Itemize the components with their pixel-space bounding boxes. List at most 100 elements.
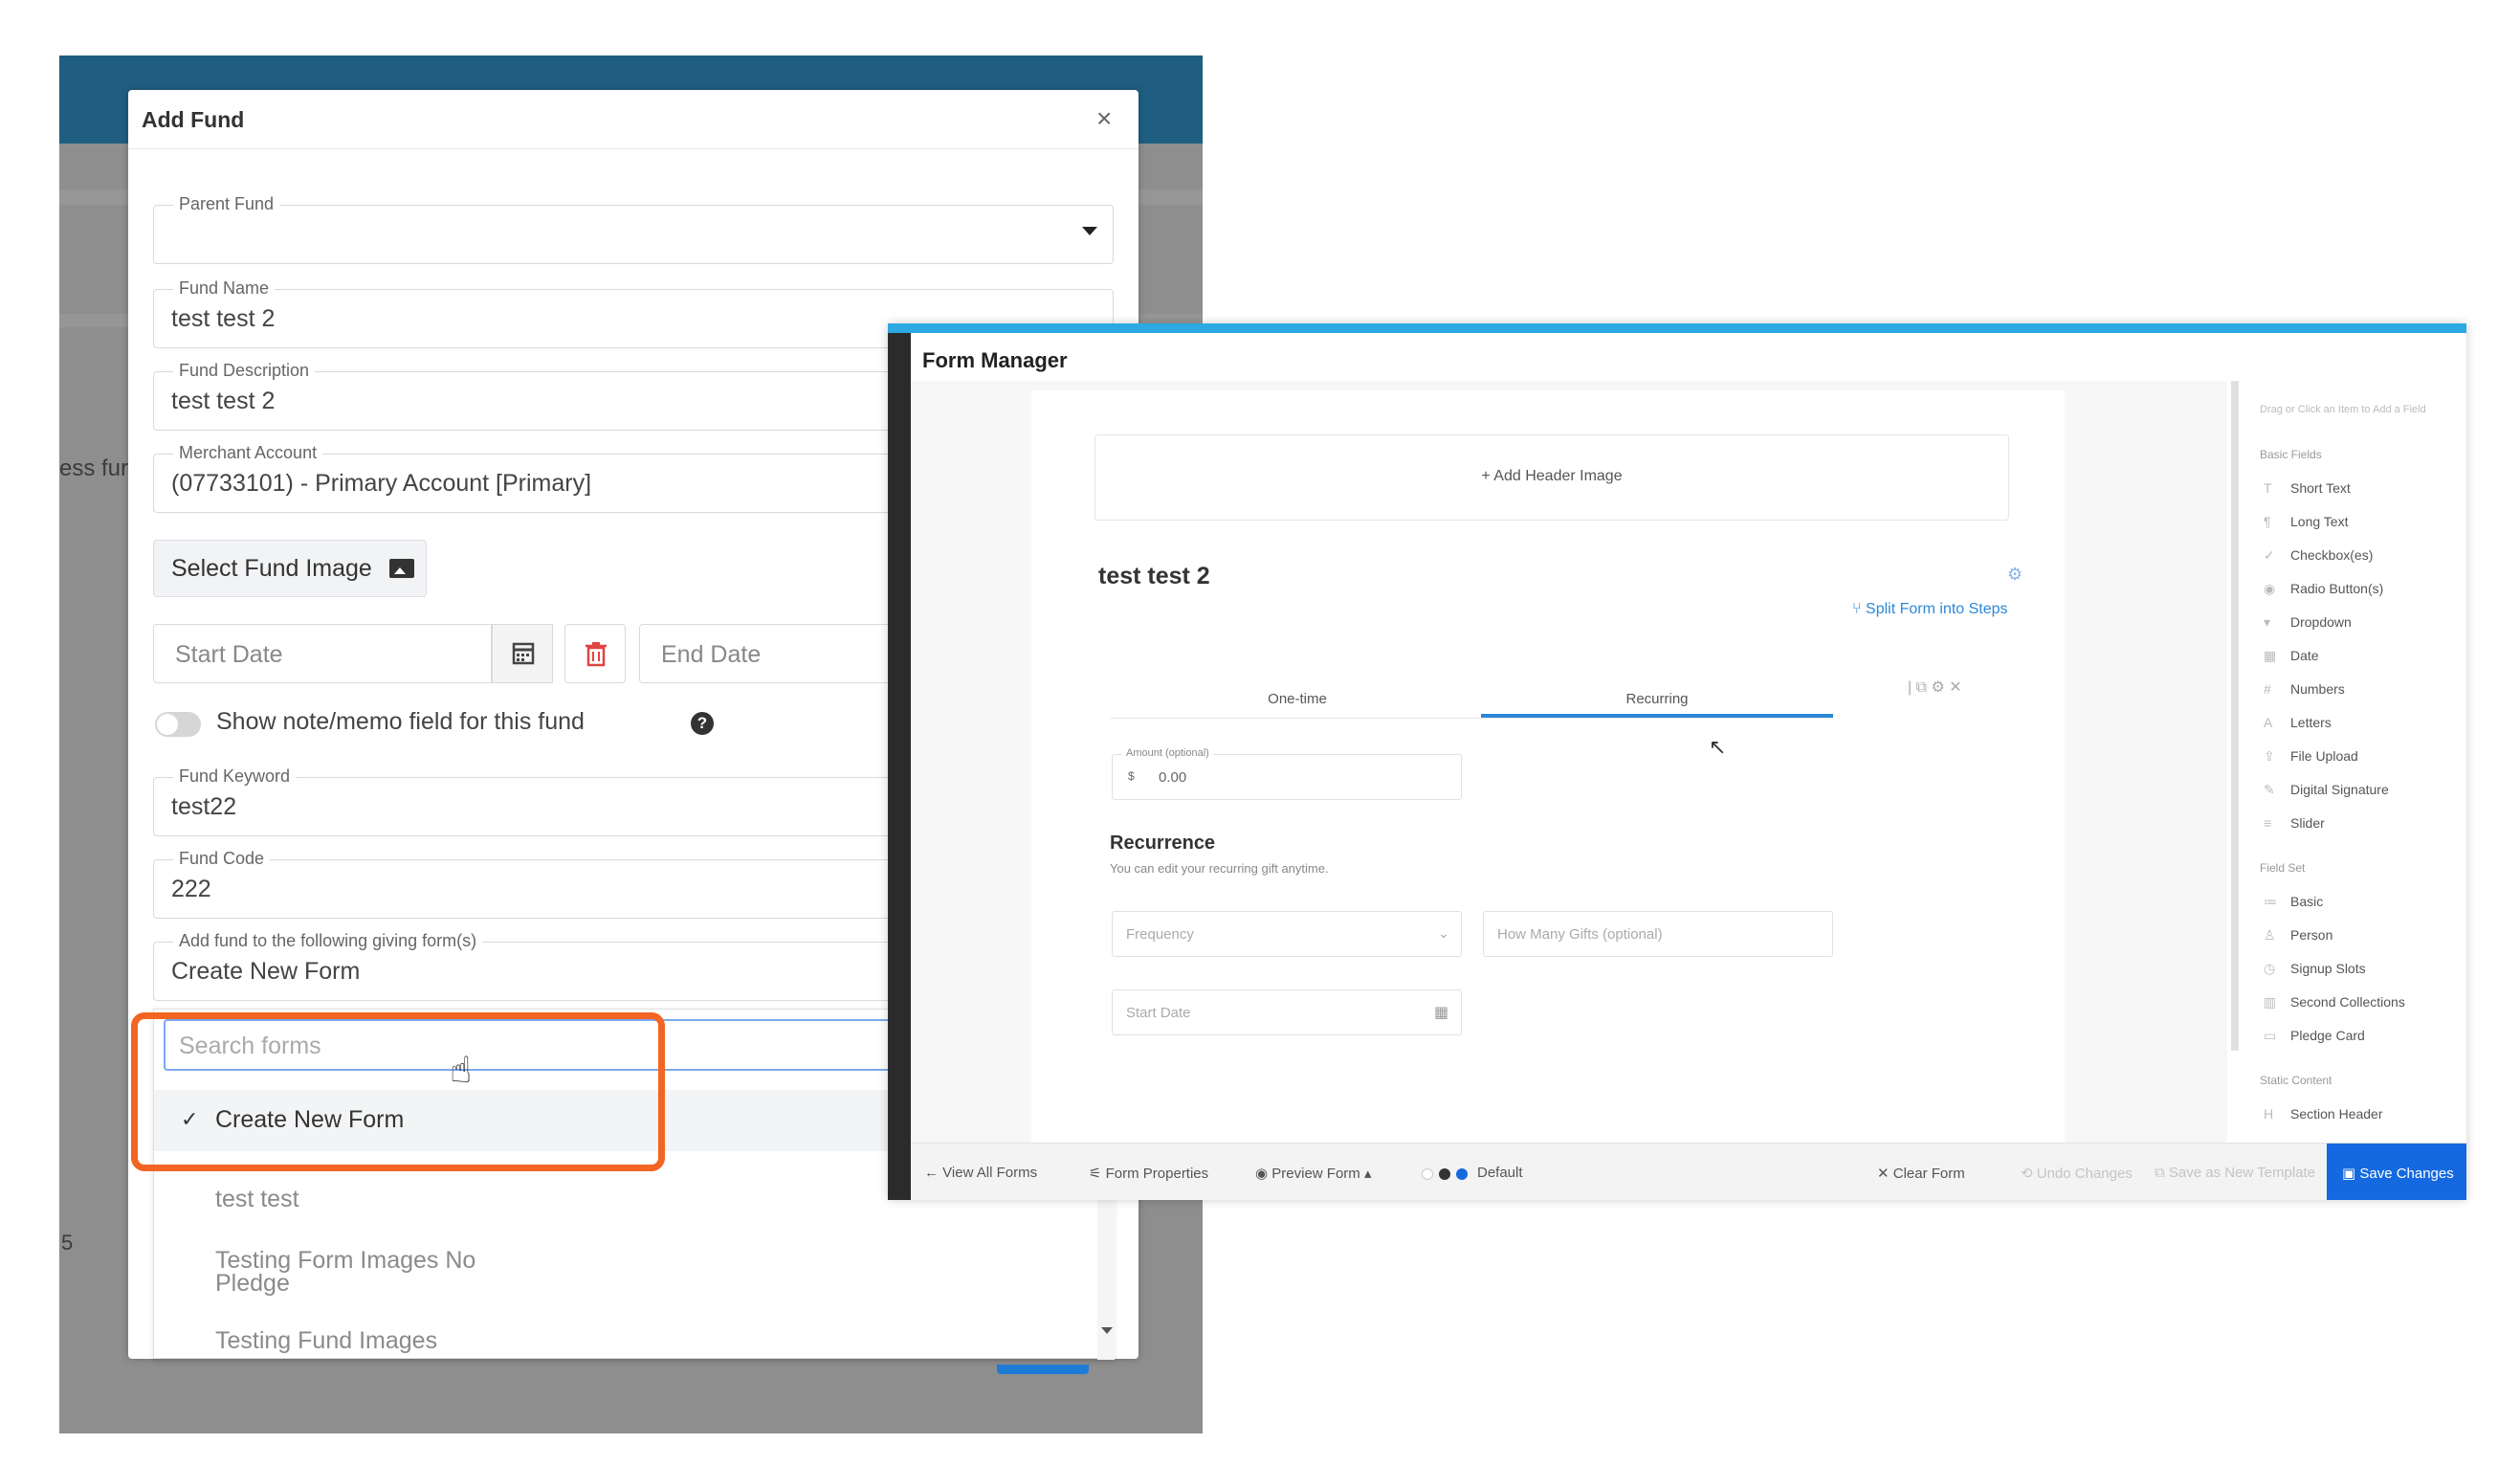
text-icon: T — [2264, 480, 2272, 496]
paragraph-icon: ¶ — [2264, 514, 2271, 529]
tab-one-time[interactable]: One-time — [1121, 691, 1473, 707]
recurrence-title: Recurrence — [1110, 833, 1216, 854]
scroll-down-icon[interactable] — [1101, 1327, 1113, 1334]
recurrence-subtitle: You can edit your recurring gift anytime… — [1110, 861, 1329, 876]
trash-icon — [586, 642, 607, 667]
hand-cursor-icon: ☝ — [450, 1051, 473, 1091]
theme-swatch-white[interactable] — [1422, 1168, 1433, 1180]
form-properties-label: Form Properties — [1105, 1166, 1209, 1182]
form-manager-window: Form Manager + Add Header Image test tes… — [888, 323, 2466, 1200]
field-tools-icons[interactable]: | ⧉ ⚙ ✕ — [1908, 677, 1962, 697]
fund-keyword-label: Fund Keyword — [173, 766, 297, 787]
memo-toggle-label: Show note/memo field for this fund — [216, 708, 585, 735]
theme-swatch-blue[interactable] — [1456, 1168, 1468, 1180]
palette-slider[interactable]: ≡ Slider — [2264, 815, 2325, 831]
palette-dropdown[interactable]: ▾ Dropdown — [2264, 614, 2352, 631]
save-template-label: Save as New Template — [2168, 1165, 2316, 1181]
clear-date-button[interactable] — [564, 624, 626, 683]
sliders-icon: ⚟ — [1089, 1166, 1106, 1182]
modal-primary-button[interactable] — [997, 1365, 1089, 1374]
background-number: 5 — [61, 1231, 74, 1255]
radio-icon: ◉ — [2264, 581, 2276, 596]
palette-section-header[interactable]: H Section Header — [2264, 1106, 2383, 1122]
active-tab-indicator — [1481, 714, 1833, 718]
form-manager-footer: ← View All Forms ⚟ Form Properties ◉ Pre… — [911, 1143, 2466, 1200]
fund-code-label: Fund Code — [173, 849, 271, 869]
fm-start-date-input[interactable]: Start Date ▦ — [1112, 989, 1462, 1035]
palette-file-upload[interactable]: ⇪ File Upload — [2264, 748, 2358, 765]
undo-icon: ⟲ — [2021, 1166, 2037, 1182]
option-testing-fund-images[interactable]: Testing Fund Images — [215, 1327, 437, 1355]
preview-form-label: Preview Form ▴ — [1271, 1166, 1372, 1182]
palette-second-collections[interactable]: ▥ Second Collections — [2264, 994, 2405, 1011]
close-icon[interactable]: × — [1096, 103, 1112, 134]
frequency-placeholder: Frequency — [1126, 926, 1194, 943]
end-date-placeholder: End Date — [661, 641, 762, 668]
split-form-steps-link[interactable]: ⑂ Split Form into Steps — [1852, 601, 2008, 618]
card-icon: ▭ — [2264, 1028, 2277, 1043]
select-fund-image-label: Select Fund Image — [171, 555, 372, 582]
check-icon: ✓ — [2264, 547, 2275, 563]
palette-item-label: Date — [2290, 648, 2319, 663]
letters-icon: A — [2264, 715, 2273, 730]
amount-label: Amount (optional) — [1122, 747, 1213, 759]
palette-basic[interactable]: ≔ Basic — [2264, 894, 2323, 910]
select-fund-image-button[interactable]: Select Fund Image — [153, 540, 427, 597]
palette-long-text[interactable]: ¶ Long Text — [2264, 514, 2348, 529]
help-icon[interactable]: ? — [691, 712, 714, 735]
parent-fund-select[interactable]: Parent Fund — [153, 194, 1114, 264]
modal-header: Add Fund × — [128, 90, 1138, 149]
palette-item-label: Pledge Card — [2290, 1028, 2365, 1043]
palette-item-label: Signup Slots — [2290, 961, 2366, 976]
theme-default-label: Default — [1477, 1165, 1523, 1181]
calendar-icon: ▦ — [2264, 648, 2277, 663]
palette-item-label: Section Header — [2290, 1106, 2383, 1122]
orange-highlight-box — [131, 1012, 665, 1171]
field-set-header: Field Set — [2260, 861, 2306, 875]
palette-person[interactable]: ♙ Person — [2264, 927, 2332, 944]
theme-swatch-dark[interactable] — [1439, 1168, 1450, 1180]
form-properties-button[interactable]: ⚟ Form Properties — [1089, 1165, 1208, 1182]
start-date-placeholder: Start Date — [175, 641, 283, 668]
amount-input[interactable]: Amount (optional) $ 0.00 — [1112, 747, 1462, 800]
add-header-image-button[interactable]: + Add Header Image — [1094, 434, 2009, 521]
palette-letters[interactable]: A Letters — [2264, 715, 2332, 730]
start-date-input[interactable]: Start Date — [153, 624, 492, 683]
calendar-button[interactable] — [492, 624, 553, 683]
palette-item-label: File Upload — [2290, 748, 2358, 764]
undo-changes-button[interactable]: ⟲ Undo Changes — [2021, 1165, 2133, 1182]
basic-fields-header: Basic Fields — [2260, 448, 2322, 461]
how-many-gifts-input[interactable]: How Many Gifts (optional) — [1483, 911, 1833, 957]
palette-item-label: Digital Signature — [2290, 782, 2389, 797]
palette-date[interactable]: ▦ Date — [2264, 648, 2319, 664]
static-content-header: Static Content — [2260, 1074, 2332, 1087]
palette-signup-slots[interactable]: ◷ Signup Slots — [2264, 961, 2366, 977]
basic-icon: ≔ — [2264, 894, 2277, 909]
save-changes-button[interactable]: ▣ Save Changes — [2327, 1144, 2466, 1200]
palette-pledge-card[interactable]: ▭ Pledge Card — [2264, 1028, 2365, 1044]
palette-numbers[interactable]: # Numbers — [2264, 681, 2345, 697]
palette-item-label: Slider — [2290, 815, 2325, 831]
tab-baseline — [1110, 718, 1833, 719]
save-template-button[interactable]: ⧉ Save as New Template — [2155, 1165, 2315, 1181]
numbers-icon: # — [2264, 681, 2271, 697]
giving-forms-value: Create New Form — [171, 958, 361, 985]
clear-form-button[interactable]: ✕ Clear Form — [1877, 1165, 1965, 1182]
option-test-test[interactable]: test test — [215, 1186, 299, 1213]
calendar-icon: ▦ — [1434, 1005, 1449, 1021]
preview-form-button[interactable]: ◉ Preview Form ▴ — [1255, 1165, 1371, 1182]
fund-keyword-value: test22 — [171, 793, 237, 820]
tab-recurring[interactable]: Recurring — [1481, 691, 1833, 707]
palette-digital-signature[interactable]: ✎ Digital Signature — [2264, 782, 2389, 798]
memo-toggle[interactable] — [155, 712, 201, 737]
view-all-forms-button[interactable]: ← View All Forms — [924, 1165, 1037, 1181]
parent-fund-label: Parent Fund — [173, 194, 280, 214]
palette-radio-buttons[interactable]: ◉ Radio Button(s) — [2264, 581, 2383, 597]
palette-scrollbar[interactable] — [2231, 381, 2239, 1051]
palette-checkboxes[interactable]: ✓ Checkbox(es) — [2264, 547, 2373, 564]
form-manager-title: Form Manager — [922, 348, 1068, 372]
frequency-select[interactable]: Frequency ⌄ — [1112, 911, 1462, 957]
gear-icon[interactable]: ⚙ — [2007, 565, 2023, 585]
palette-short-text[interactable]: T Short Text — [2264, 480, 2351, 496]
merchant-account-value: (07733101) - Primary Account [Primary] — [171, 470, 592, 497]
